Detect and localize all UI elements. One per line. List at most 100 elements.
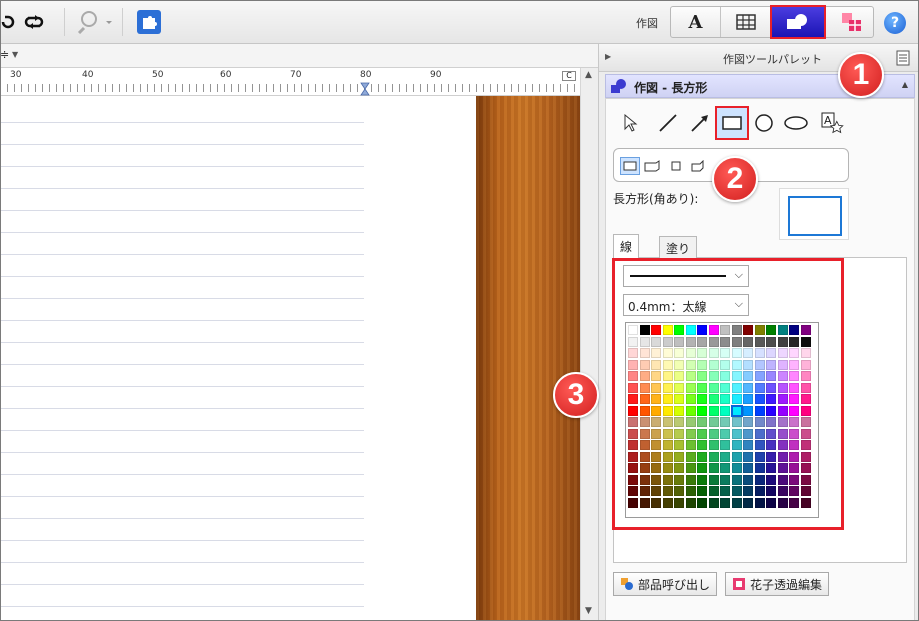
gift-icon [842,13,861,31]
highlight-frame [612,258,844,530]
draw-tool-palette: ▶ 作図ツールパレット 作図 - 長方形 ▲ A 長方形(角あり): 線 塗り … [598,44,919,621]
parts-call-button[interactable]: 部品呼び出し [613,572,718,596]
text-line [0,364,364,365]
toolbar-separator [64,8,65,36]
collapse-arrow-icon[interactable]: ▶ [605,52,611,61]
help-icon[interactable]: ? [884,12,906,34]
text-mode-button[interactable]: A [671,7,721,37]
ruler-end-marker: C [562,71,576,81]
parts-call-label: 部品呼び出し [638,577,711,592]
repeat-icon[interactable] [20,8,48,36]
ruler-number: 90 [430,70,442,80]
text-line [0,210,364,211]
toolbar: 作図 A ? [0,0,919,44]
text-line [0,452,364,453]
hanako-icon [733,578,745,590]
mode-label: 作図 [636,17,658,30]
arrow-tool[interactable] [685,108,715,138]
rectangle-tool[interactable] [715,106,749,140]
ruler-number: 30 [10,70,22,80]
callout-badge: 3 [553,372,599,418]
ruler-left-label: ≑ [0,48,10,61]
text-line [0,166,364,167]
scroll-up-icon[interactable]: ▲ [585,70,592,80]
text-line [0,254,364,255]
text-line [0,518,364,519]
square-rect-icon [623,161,637,171]
table-mode-button[interactable] [721,7,771,37]
line-icon [659,114,677,132]
square-corner-rect-option[interactable] [620,157,640,175]
draw-tool-icon [611,79,626,93]
search-icon[interactable] [74,8,114,36]
text-line [0,122,364,123]
ruler-number: 50 [152,70,164,80]
transparent-edit-button[interactable]: 花子透過編集 [725,572,830,596]
table-icon [735,14,756,30]
text-line [0,474,364,475]
text-line [0,188,364,189]
small-rect-option[interactable] [666,157,686,175]
rounded-rect-option[interactable] [688,157,708,175]
text-line [0,606,364,607]
ruler-ticks [0,84,580,92]
text-line [0,232,364,233]
mode-switcher: A [670,5,877,39]
text-shape-icon: A [821,112,844,134]
line-tool[interactable] [653,108,683,138]
text-shape-tool[interactable]: A [817,108,847,138]
text-line [0,320,364,321]
circle-icon [755,114,773,132]
text-line [0,540,364,541]
text-line [0,430,364,431]
cut-rect-icon [644,160,660,172]
text-line [0,584,364,585]
draw-mode-button[interactable] [770,5,826,39]
tab-line[interactable]: 線 [613,234,640,258]
rectangle-icon [722,116,742,130]
desk-background [476,96,580,621]
rounded-rect-icon [691,160,704,172]
transparent-edit-label: 花子透過編集 [750,577,823,592]
text-line [0,276,364,277]
text-line [0,342,364,343]
text-line [0,408,364,409]
small-rect-icon [671,161,681,171]
shape-type-label: 長方形(角あり): [613,192,699,206]
text-line [0,298,364,299]
ruler-bar: ≑ ▼ [0,44,600,68]
parts-mode-button[interactable] [827,7,877,37]
arrow-icon [691,115,708,132]
redo-icon[interactable] [0,8,16,36]
collapse-icon[interactable]: ▲ [902,80,908,89]
text-a-icon: A [688,11,703,33]
select-tool[interactable] [615,108,645,138]
svg-text:A: A [824,114,832,127]
puzzle-icon[interactable] [134,8,164,36]
palette-title: 作図ツールパレット [723,53,822,66]
pointer-icon [624,114,638,132]
preview-rectangle [788,196,842,236]
scroll-down-icon[interactable]: ▼ [585,606,592,616]
ruler-number: 70 [290,70,302,80]
ruler-number: 80 [360,70,372,80]
shape-preview [779,188,849,240]
shapes-icon [787,14,807,29]
circle-tool[interactable] [749,108,779,138]
text-line [0,144,364,145]
list-icon[interactable] [896,50,910,66]
cut-corner-rect-option[interactable] [642,157,662,175]
indent-marker-icon[interactable] [360,82,370,96]
ruler-number: 40 [82,70,94,80]
toolbar-separator [122,8,123,36]
document-page[interactable] [0,96,476,621]
callout-badge: 2 [712,156,758,202]
chevron-down-icon[interactable]: ▼ [12,50,18,59]
text-line [0,496,364,497]
vertical-scrollbar[interactable]: ▲ ▼ [580,68,598,621]
tool-subheader-title: 作図 - 長方形 [634,81,708,95]
ellipse-icon [784,116,808,130]
ellipse-tool[interactable] [781,108,811,138]
tab-fill[interactable]: 塗り [659,236,698,258]
ruler-number: 60 [220,70,232,80]
